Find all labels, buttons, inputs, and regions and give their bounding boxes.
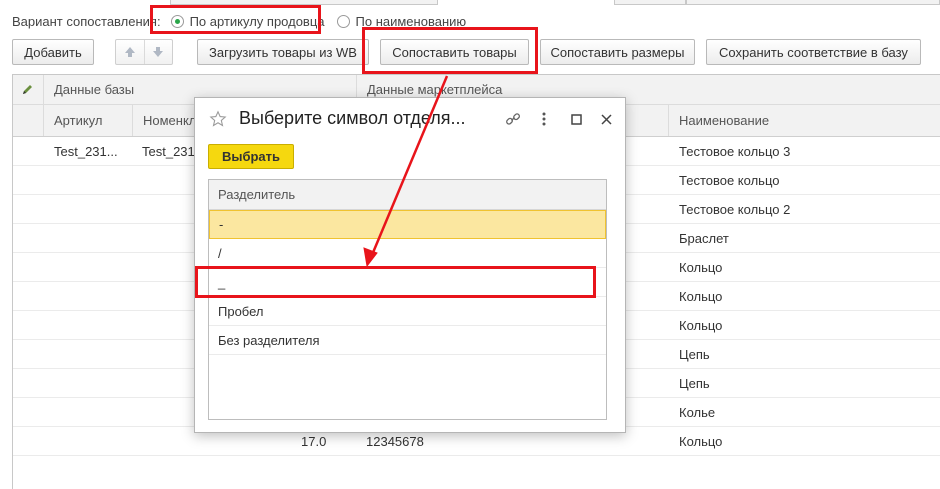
annotation-arrow: [363, 75, 449, 268]
